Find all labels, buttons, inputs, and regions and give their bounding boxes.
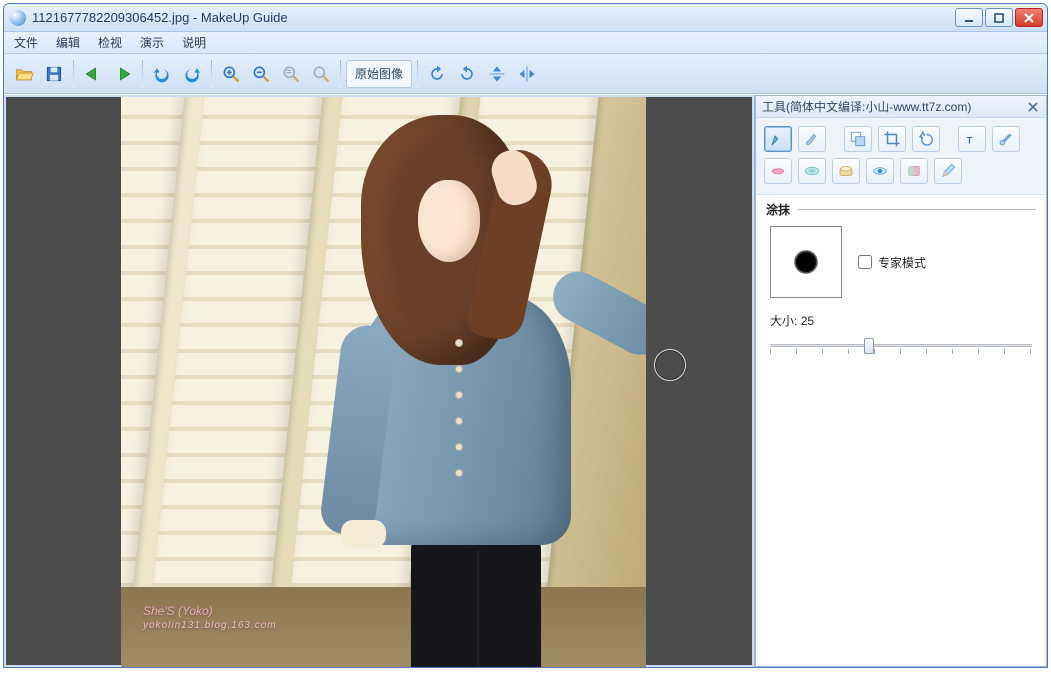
brush-preview[interactable]: [770, 226, 842, 298]
close-button[interactable]: [1015, 8, 1043, 27]
rotate-cw-button[interactable]: [453, 59, 481, 89]
tool-blush[interactable]: [900, 158, 928, 184]
tool-eyeshadow[interactable]: [798, 158, 826, 184]
tool-lips[interactable]: [764, 158, 792, 184]
workspace: She'S (Yoko) yokolin131.blog.163.com 工具(…: [4, 94, 1047, 667]
menubar: 文件 编辑 检视 演示 说明: [4, 32, 1047, 54]
nav-back-button[interactable]: [79, 59, 107, 89]
menu-file[interactable]: 文件: [6, 32, 46, 53]
slider-thumb[interactable]: [864, 338, 874, 354]
tool-eye[interactable]: [866, 158, 894, 184]
menu-help[interactable]: 说明: [174, 32, 214, 53]
brush-dot-icon: [794, 250, 818, 274]
original-image-button[interactable]: 原始图像: [346, 60, 412, 88]
tools-panel-title: 工具(简体中文编译:小山-www.tt7z.com): [762, 98, 971, 115]
menu-edit[interactable]: 编辑: [48, 32, 88, 53]
open-button[interactable]: [10, 59, 38, 89]
minimize-button[interactable]: [955, 8, 983, 27]
tool-brush[interactable]: [798, 126, 826, 152]
image-canvas[interactable]: She'S (Yoko) yokolin131.blog.163.com: [121, 97, 646, 667]
menu-view[interactable]: 检视: [90, 32, 130, 53]
maximize-button[interactable]: [985, 8, 1013, 27]
tool-smudge[interactable]: [764, 126, 792, 152]
menu-demo[interactable]: 演示: [132, 32, 172, 53]
tool-crop[interactable]: [878, 126, 906, 152]
tools-panel: 工具(简体中文编译:小山-www.tt7z.com) T: [755, 95, 1047, 667]
photo-subject: [296, 115, 606, 667]
brush-cursor-icon: [654, 349, 686, 381]
zoom-actual-button[interactable]: [307, 59, 335, 89]
tool-pencil[interactable]: [934, 158, 962, 184]
tool-powder[interactable]: [832, 158, 860, 184]
app-window: 1121677782209306452.jpg - MakeUp Guide 文…: [3, 3, 1048, 668]
window-title: 1121677782209306452.jpg - MakeUp Guide: [32, 10, 949, 25]
size-label: 大小:: [770, 314, 797, 328]
canvas-area[interactable]: She'S (Yoko) yokolin131.blog.163.com: [4, 95, 755, 667]
rotate-ccw-button[interactable]: [423, 59, 451, 89]
redo-button[interactable]: [178, 59, 206, 89]
tools-panel-close-button[interactable]: [1026, 100, 1040, 114]
svg-text:=: =: [286, 66, 292, 77]
titlebar[interactable]: 1121677782209306452.jpg - MakeUp Guide: [4, 4, 1047, 32]
svg-text:T: T: [967, 136, 973, 146]
expert-mode-checkbox[interactable]: 专家模式: [858, 254, 926, 271]
app-icon: [10, 10, 26, 26]
nav-forward-button[interactable]: [109, 59, 137, 89]
size-value: 25: [801, 314, 814, 328]
expert-mode-input[interactable]: [858, 255, 872, 269]
zoom-out-button[interactable]: [247, 59, 275, 89]
save-button[interactable]: [40, 59, 68, 89]
flip-horizontal-button[interactable]: [513, 59, 541, 89]
tool-undo[interactable]: [912, 126, 940, 152]
zoom-in-button[interactable]: [217, 59, 245, 89]
section-smudge-label: 涂抹: [766, 201, 790, 218]
size-slider[interactable]: [770, 335, 1032, 355]
tool-resize[interactable]: [844, 126, 872, 152]
tool-settings[interactable]: [992, 126, 1020, 152]
flip-vertical-button[interactable]: [483, 59, 511, 89]
tool-text[interactable]: T: [958, 126, 986, 152]
main-toolbar: = 原始图像: [4, 54, 1047, 94]
zoom-fit-button[interactable]: =: [277, 59, 305, 89]
watermark: She'S (Yoko) yokolin131.blog.163.com: [143, 603, 277, 631]
undo-button[interactable]: [148, 59, 176, 89]
tools-panel-titlebar[interactable]: 工具(简体中文编译:小山-www.tt7z.com): [756, 96, 1046, 118]
